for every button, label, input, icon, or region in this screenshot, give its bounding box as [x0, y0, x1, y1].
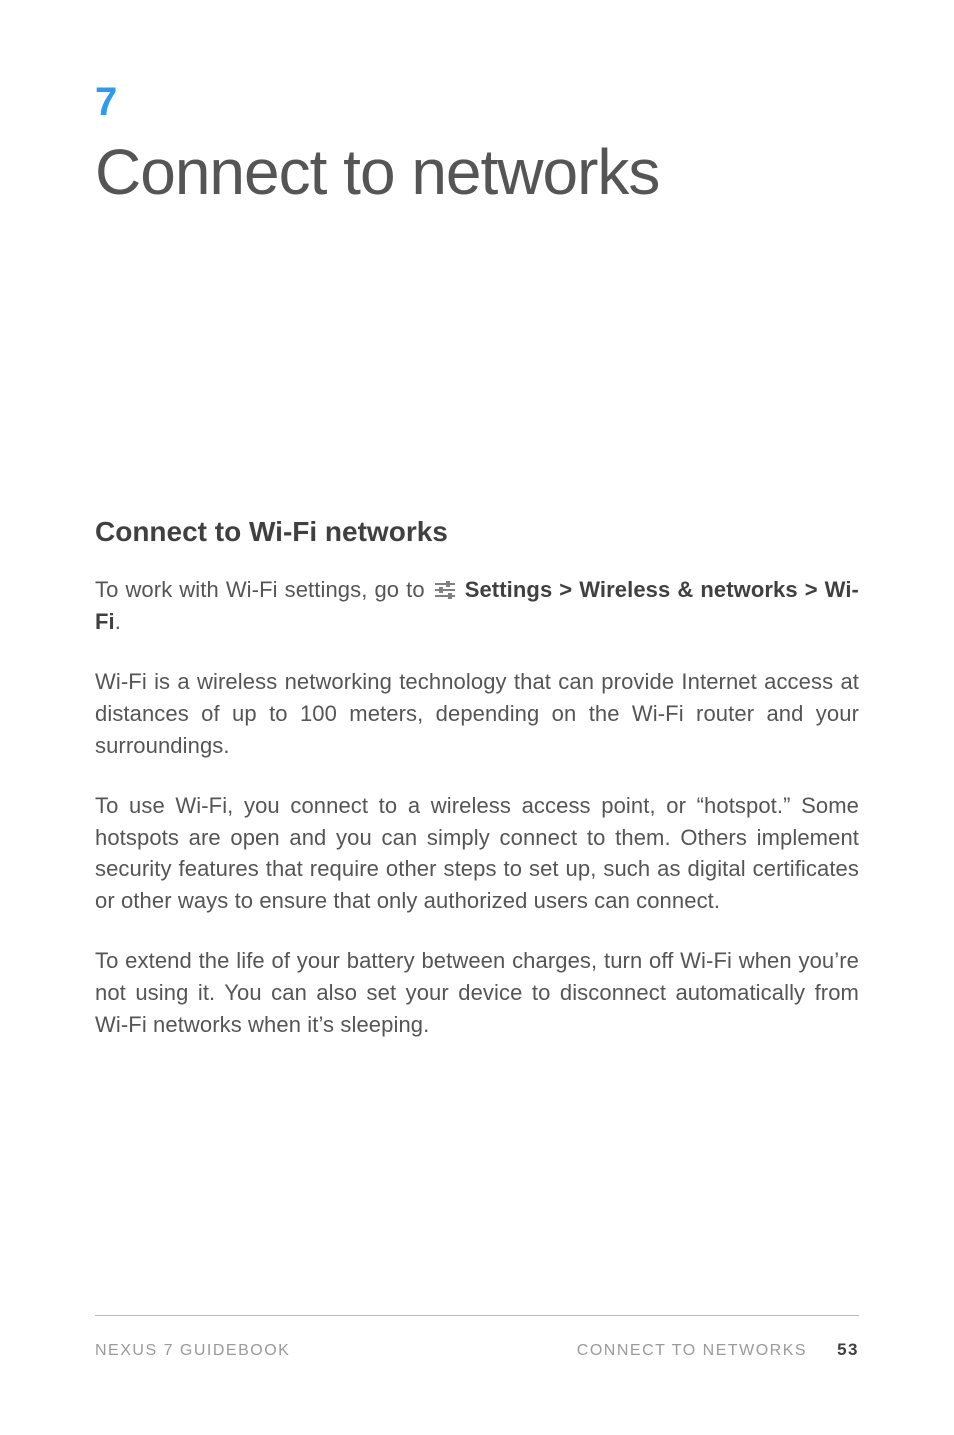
page-footer: NEXUS 7 GUIDEBOOK CONNECT TO NETWORKS 53 [95, 1315, 859, 1360]
footer-row: NEXUS 7 GUIDEBOOK CONNECT TO NETWORKS 53 [95, 1340, 859, 1360]
chapter-title: Connect to networks [95, 139, 859, 206]
footer-book-title: NEXUS 7 GUIDEBOOK [95, 1342, 290, 1360]
footer-section-label: CONNECT TO NETWORKS [577, 1342, 807, 1360]
footer-page-number: 53 [837, 1340, 859, 1360]
chapter-number: 7 [95, 80, 859, 125]
paragraph-1-text-a: To work with Wi-Fi settings, go to [95, 577, 432, 602]
paragraph-1-text-c: . [115, 609, 121, 634]
paragraph-1: To work with Wi-Fi settings, go to Setti… [95, 574, 859, 638]
section-heading: Connect to Wi-Fi networks [95, 516, 859, 548]
document-page: 7 Connect to networks Connect to Wi-Fi n… [0, 0, 954, 1435]
footer-right-group: CONNECT TO NETWORKS 53 [577, 1340, 859, 1360]
paragraph-3: To use Wi-Fi, you connect to a wireless … [95, 790, 859, 918]
settings-sliders-icon [434, 577, 456, 597]
footer-divider [95, 1315, 859, 1316]
paragraph-2: Wi-Fi is a wireless networking technolog… [95, 666, 859, 762]
paragraph-4: To extend the life of your battery betwe… [95, 945, 859, 1041]
